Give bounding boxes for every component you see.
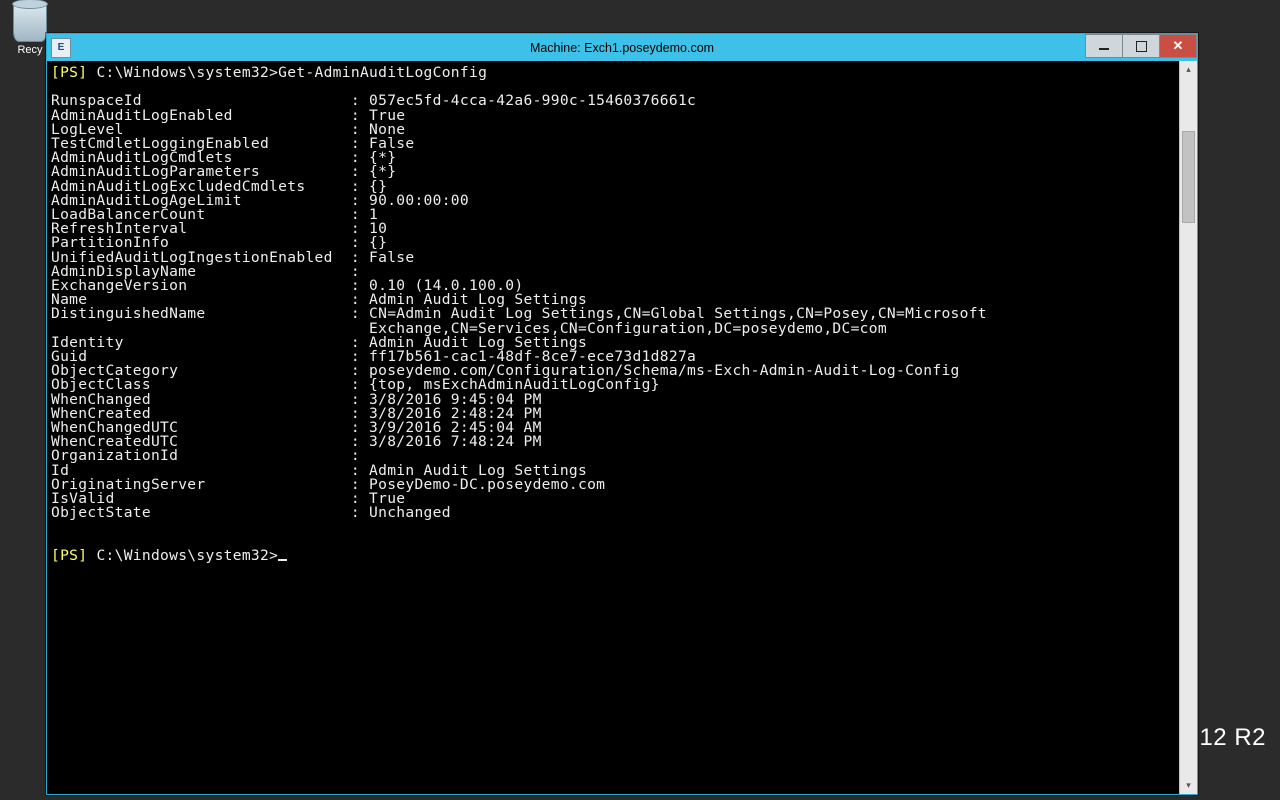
window-title: Machine: Exch1.poseydemo.com [47, 41, 1197, 55]
app-icon: E [51, 38, 71, 58]
window-controls: ✕ [1086, 34, 1197, 56]
terminal-window: E Machine: Exch1.poseydemo.com ✕ [PS] C:… [46, 33, 1198, 795]
close-icon: ✕ [1173, 38, 1184, 54]
maximize-button[interactable] [1122, 34, 1160, 58]
vertical-scrollbar[interactable]: ▴ ▾ [1179, 61, 1197, 794]
console-output[interactable]: [PS] C:\Windows\system32>Get-AdminAuditL… [47, 61, 1179, 794]
recycle-bin-icon [13, 4, 47, 42]
scroll-up-button[interactable]: ▴ [1180, 61, 1197, 78]
console-area: [PS] C:\Windows\system32>Get-AdminAuditL… [47, 61, 1197, 794]
minimize-icon [1099, 48, 1109, 50]
scroll-thumb[interactable] [1182, 131, 1195, 223]
maximize-icon [1136, 41, 1147, 52]
scroll-down-button[interactable]: ▾ [1180, 777, 1197, 794]
titlebar[interactable]: E Machine: Exch1.poseydemo.com ✕ [47, 34, 1197, 61]
close-button[interactable]: ✕ [1159, 34, 1197, 58]
minimize-button[interactable] [1085, 34, 1123, 58]
os-watermark: 12 R2 [1199, 724, 1266, 752]
